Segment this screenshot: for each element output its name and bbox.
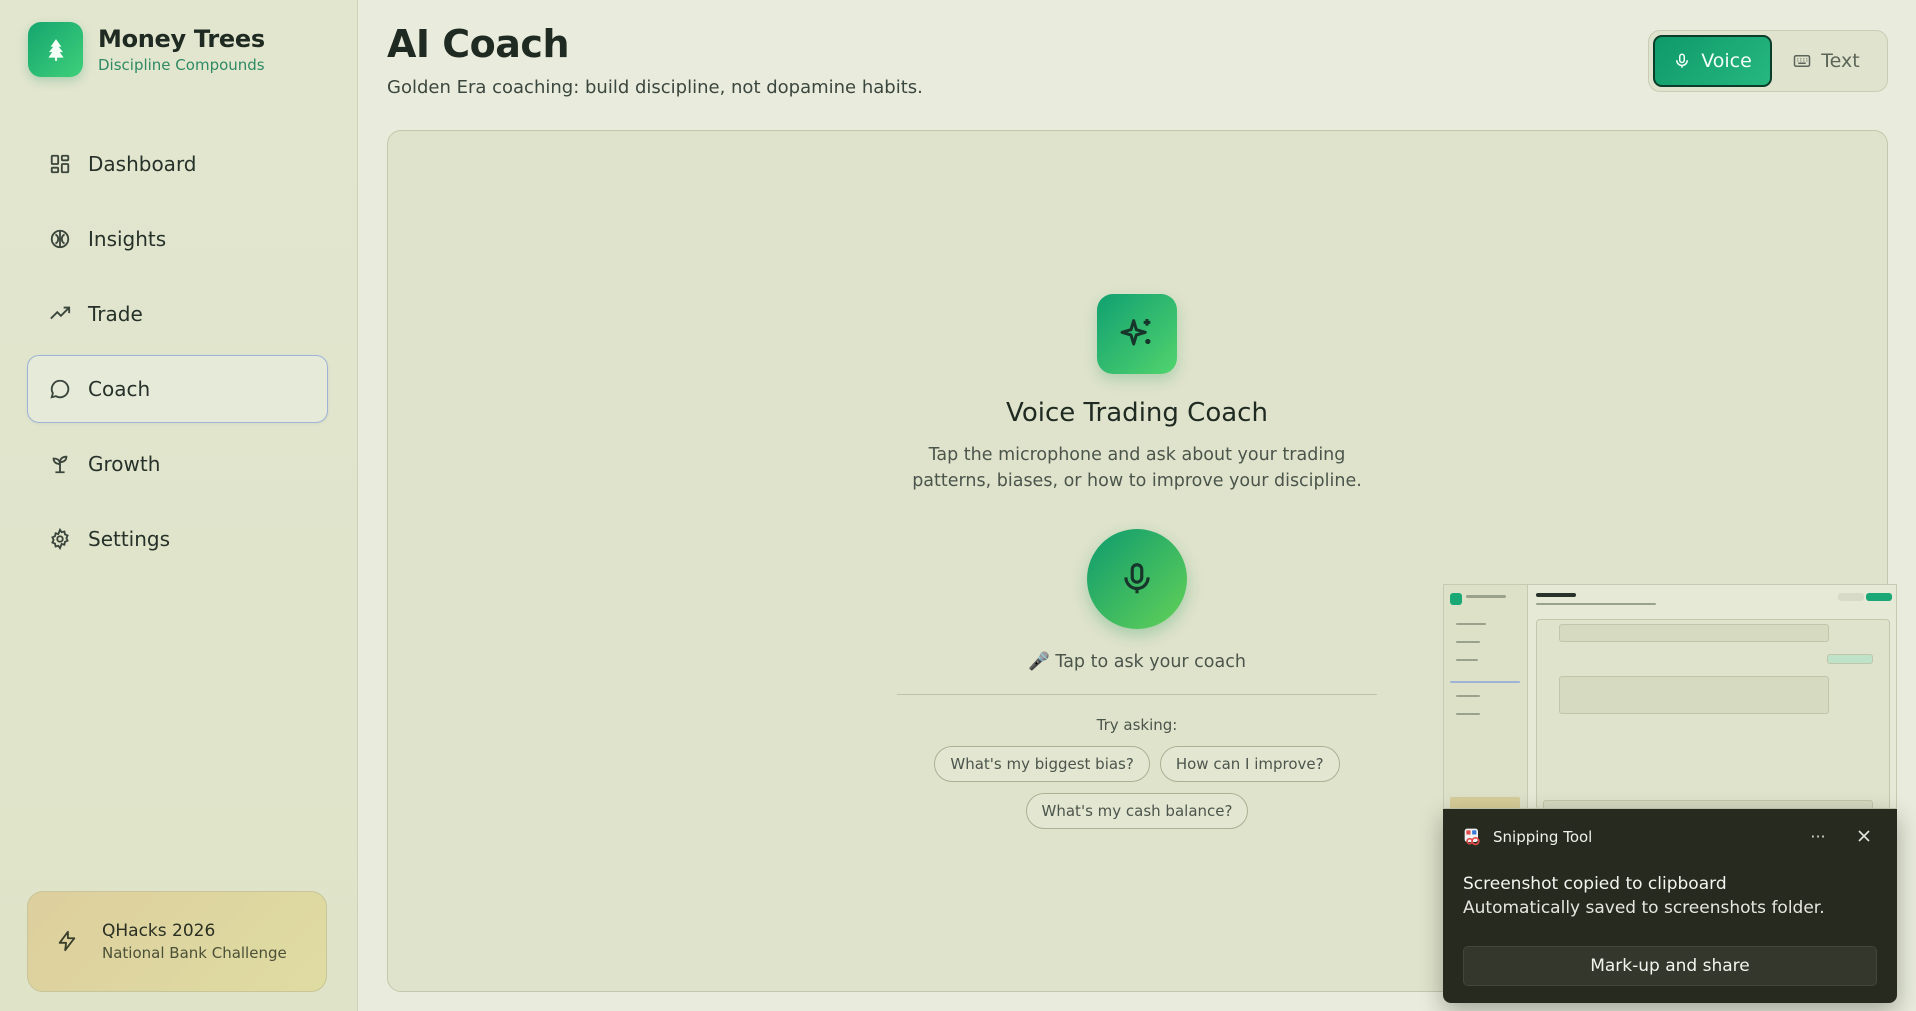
close-icon xyxy=(1858,830,1870,842)
sidebar-item-label: Growth xyxy=(88,452,161,476)
more-options-button[interactable]: ··· xyxy=(1803,821,1833,851)
promo-subtitle: National Bank Challenge xyxy=(102,944,287,962)
preview-line xyxy=(1466,595,1506,598)
record-microphone-button[interactable] xyxy=(1087,529,1187,629)
sidebar-item-insights[interactable]: Insights xyxy=(27,205,328,273)
mode-toggle: Voice Text xyxy=(1648,30,1888,92)
sidebar-item-growth[interactable]: Growth xyxy=(27,430,328,498)
lightning-icon xyxy=(56,930,80,954)
microphone-icon xyxy=(1124,563,1150,594)
tap-hint: 🎤 Tap to ask your coach xyxy=(1028,652,1246,672)
preview-pill xyxy=(1838,593,1864,601)
brand-title: Money Trees xyxy=(98,25,265,53)
preview-bubble xyxy=(1827,654,1873,664)
sparkles-icon xyxy=(1097,294,1177,374)
preview-line xyxy=(1456,641,1480,643)
sidebar-nav: Dashboard Insights Trade Coach Growth Se… xyxy=(27,130,328,580)
sidebar: Money Trees Discipline Compounds Dashboa… xyxy=(0,0,358,1011)
suggestion-chips: What's my biggest bias? How can I improv… xyxy=(887,746,1387,829)
sidebar-item-trade[interactable]: Trade xyxy=(27,280,328,348)
voice-mode-button[interactable]: Voice xyxy=(1653,35,1772,87)
close-notification-button[interactable] xyxy=(1849,821,1879,851)
sprout-icon xyxy=(48,452,72,476)
preview-line xyxy=(1536,603,1656,605)
gear-icon xyxy=(48,527,72,551)
notification-title: Screenshot copied to clipboard xyxy=(1463,874,1727,894)
snipping-tool-icon xyxy=(1463,827,1483,847)
suggestion-chip[interactable]: What's my cash balance? xyxy=(1025,793,1249,829)
brain-icon xyxy=(48,227,72,251)
suggestion-chip[interactable]: How can I improve? xyxy=(1159,746,1340,782)
preview-card xyxy=(1536,619,1890,808)
notification-body: Automatically saved to screenshots folde… xyxy=(1463,898,1825,918)
microphone-icon xyxy=(1676,53,1689,68)
page-subtitle: Golden Era coaching: build discipline, n… xyxy=(387,77,923,98)
preview-line xyxy=(1536,593,1576,597)
chat-bubble-icon xyxy=(48,377,72,401)
sidebar-item-settings[interactable]: Settings xyxy=(27,505,328,573)
sidebar-item-label: Settings xyxy=(88,527,171,551)
preview-line xyxy=(1450,681,1520,683)
screenshot-preview-thumbnail[interactable] xyxy=(1443,584,1897,809)
preview-logo xyxy=(1450,593,1462,605)
sidebar-item-label: Insights xyxy=(88,227,167,251)
preview-bubble xyxy=(1559,624,1829,642)
coach-description: Tap the microphone and ask about your tr… xyxy=(912,445,1362,491)
hackathon-promo-card[interactable]: QHacks 2026 National Bank Challenge xyxy=(27,891,327,992)
preview-line xyxy=(1456,713,1480,715)
sidebar-item-label: Trade xyxy=(88,302,143,326)
preview-line xyxy=(1456,659,1478,661)
notification-app-name: Snipping Tool xyxy=(1493,828,1593,846)
text-mode-button[interactable]: Text xyxy=(1772,35,1881,87)
preview-bubble xyxy=(1543,800,1873,808)
suggestion-chip[interactable]: What's my biggest bias? xyxy=(934,746,1150,782)
sidebar-item-dashboard[interactable]: Dashboard xyxy=(27,130,328,198)
divider xyxy=(897,694,1377,695)
snipping-tool-notification: Snipping Tool ··· Screenshot copied to c… xyxy=(1443,809,1897,1003)
text-mode-label: Text xyxy=(1821,50,1860,72)
keyboard-icon xyxy=(1794,55,1811,67)
try-asking-label: Try asking: xyxy=(1096,716,1178,734)
brand-subtitle: Discipline Compounds xyxy=(98,56,265,74)
sidebar-item-label: Coach xyxy=(88,377,151,401)
mark-up-and-share-button[interactable]: Mark-up and share xyxy=(1463,946,1877,986)
coach-title: Voice Trading Coach xyxy=(1006,398,1268,428)
preview-line xyxy=(1456,695,1480,697)
page-title: AI Coach xyxy=(387,22,570,66)
sidebar-item-label: Dashboard xyxy=(88,152,197,176)
sidebar-item-coach[interactable]: Coach xyxy=(27,355,328,423)
preview-sidebar xyxy=(1444,585,1528,808)
preview-line xyxy=(1456,623,1486,625)
trending-up-icon xyxy=(48,302,72,326)
dashboard-grid-icon xyxy=(48,152,72,176)
preview-pill xyxy=(1866,593,1892,601)
tree-icon xyxy=(28,22,83,77)
preview-line xyxy=(1450,797,1520,808)
brand[interactable]: Money Trees Discipline Compounds xyxy=(28,22,265,77)
voice-mode-label: Voice xyxy=(1701,50,1752,72)
promo-title: QHacks 2026 xyxy=(102,921,216,941)
preview-bubble xyxy=(1559,676,1829,714)
